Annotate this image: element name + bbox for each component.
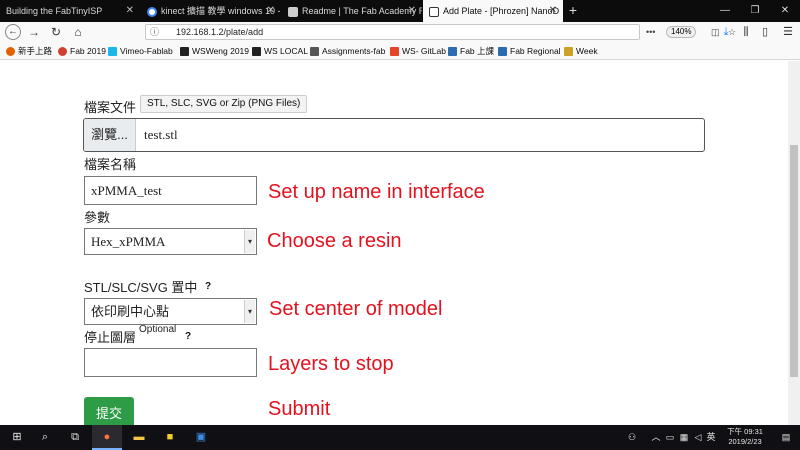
bookmark-item[interactable]: Fab 上課 [448,42,494,60]
taskbar-clock[interactable]: 下午 09:31 2019/2/23 [718,427,772,447]
url-text[interactable]: 192.168.1.2/plate/add [176,25,263,39]
bookmark-folder[interactable]: Week [564,42,598,60]
stop-layer-input[interactable] [84,348,257,377]
back-button[interactable]: ← [5,24,21,40]
sidebar-icon[interactable]: ▯ [757,24,773,40]
annotation-name: Set up name in interface [268,181,485,203]
center-select[interactable]: 依印刷中心點 ▾ [84,298,257,325]
bookmark-item[interactable]: WS- GitLab [390,42,446,60]
tab-building-fabtinyisp[interactable]: Building the FabTinyISP ✕ [0,0,140,22]
minimize-button[interactable]: — [710,0,740,22]
restore-button[interactable]: ❐ [740,0,770,22]
tab-readme[interactable]: Readme | The Fab Academy R ✕ [282,0,422,22]
stop-layer-help-icon[interactable]: ? [185,331,191,342]
search-icon[interactable]: ⌕ [30,425,60,450]
file-explorer-icon[interactable]: ▬ [124,425,154,450]
annotation-submit: Submit [268,398,331,420]
browse-button[interactable]: 瀏覽... [84,119,136,151]
tab-title: Add Plate - [Phrozen] NanoD [443,6,560,16]
graduation-cap-icon [180,47,189,57]
bookmark-item[interactable]: Vimeo-Fablab [108,42,173,60]
center-label: STL/SLC/SVG 置中 [84,280,198,295]
tab-title: Readme | The Fab Academy R [302,6,422,16]
page-actions-icon[interactable]: ••• [646,25,655,39]
resin-select-value: Hex_xPMMA [91,234,166,249]
resin-select[interactable]: Hex_xPMMA ▾ [84,228,257,255]
file-types-hint: STL, SLC, SVG or Zip (PNG Files) [140,95,308,113]
app-window-icon[interactable]: ▣ [186,425,216,450]
bookmark-item[interactable]: Assignments-fab [310,42,385,60]
task-view-icon[interactable]: ⧉ [60,425,90,450]
bi-icon [498,47,507,57]
firefox-icon [6,47,15,57]
chevron-down-icon: ▾ [244,230,255,253]
close-tab-icon[interactable]: ✕ [549,0,557,22]
bookmark-item[interactable]: Fab 2019 [58,42,106,60]
site-info-icon[interactable]: ⓘ [150,25,159,39]
bookmark-item[interactable]: WSWeng 2019 [180,42,249,60]
forward-button[interactable]: → [26,24,42,40]
scrollbar-thumb[interactable] [790,145,798,377]
chevron-down-icon: ▾ [244,300,255,323]
file-label: 檔案文件 [84,100,137,115]
book-icon [310,47,319,57]
folder-icon [564,47,573,57]
selected-file-name: test.stl [144,127,178,142]
close-tab-icon[interactable]: ✕ [126,0,134,22]
page-icon [429,6,439,17]
navigation-bar: ← → ↻ ⌂ ⓘ 192.168.1.2/plate/add ••• 140%… [0,22,800,42]
tab-strip: Building the FabTinyISP ✕ kinect 擴描 教學 w… [0,0,800,22]
firefox-taskbar-icon[interactable]: ● [92,425,122,450]
center-select-value: 依印刷中心點 [91,304,170,319]
page-icon [288,6,298,17]
library-icon[interactable]: ⫼ [738,24,754,40]
vimeo-icon [108,47,117,57]
center-help-icon[interactable]: ? [205,281,211,292]
tab-title: kinect 擴描 教學 windows 10 - [161,6,281,16]
bookmark-item[interactable]: WS LOCAL [252,42,308,60]
show-hidden-icons-chevron-up-icon[interactable]: ︿ [650,425,662,450]
bookmarks-toolbar: 新手上路 Fab 2019 Vimeo-Fablab WSWeng 2019 W… [0,42,800,60]
display-icon[interactable]: ▭ [664,425,676,450]
name-input[interactable]: xPMMA_test [84,176,257,205]
windows-start-icon[interactable]: ⊞ [2,425,32,450]
tab-add-plate[interactable]: Add Plate - [Phrozen] NanoD ✕ [423,0,563,22]
close-tab-icon[interactable]: ✕ [408,0,416,22]
taskbar: ⊞ ⌕ ⧉ ● ▬ ■ ▣ ⚇ ︿ ▭ ▦ ◁ 英 下午 09:31 2019/… [0,425,800,450]
annotation-layers: Layers to stop [268,353,394,375]
bi-icon [448,47,457,57]
file-input[interactable]: 瀏覽... test.stl [83,118,705,152]
close-tab-icon[interactable]: ✕ [267,0,275,22]
people-icon[interactable]: ⚇ [625,425,639,450]
clock-date: 2019/2/23 [728,437,762,446]
sticky-app-icon[interactable]: ■ [155,425,185,450]
stop-layer-label: 停止圖層 [84,330,137,345]
tab-kinect[interactable]: kinect 擴描 教學 windows 10 - ✕ [141,0,281,22]
fab-icon [58,47,67,57]
zoom-indicator[interactable]: 140% [666,26,697,38]
volume-icon[interactable]: ◁ [692,425,704,450]
new-tab-button[interactable]: + [565,0,581,22]
home-button[interactable]: ⌂ [70,24,86,40]
annotation-resin: Choose a resin [267,230,402,252]
bookmark-item[interactable]: 新手上路 [6,42,52,60]
name-label: 檔案名稱 [84,157,137,172]
optional-tag: Optional [139,324,177,335]
reload-button[interactable]: ↻ [48,24,64,40]
graduation-cap-icon [252,47,261,57]
downloads-icon[interactable]: ⤓ [718,24,734,40]
gitlab-icon [390,47,399,57]
bookmark-item[interactable]: Fab Regional [498,42,561,60]
google-icon [147,6,157,17]
notifications-icon[interactable]: ▤ [778,425,794,450]
param-label: 參數 [84,210,111,225]
network-icon[interactable]: ▦ [678,425,690,450]
ime-icon[interactable]: 英 [705,425,717,450]
address-bar[interactable]: ⓘ 192.168.1.2/plate/add ••• 140% ◫ ☆ [145,24,736,40]
clock-time: 下午 09:31 [727,427,763,436]
annotation-center: Set center of model [269,298,443,320]
menu-icon[interactable]: ☰ [780,24,796,40]
tab-title: Building the FabTinyISP [6,6,103,16]
close-window-button[interactable]: ✕ [770,0,800,22]
